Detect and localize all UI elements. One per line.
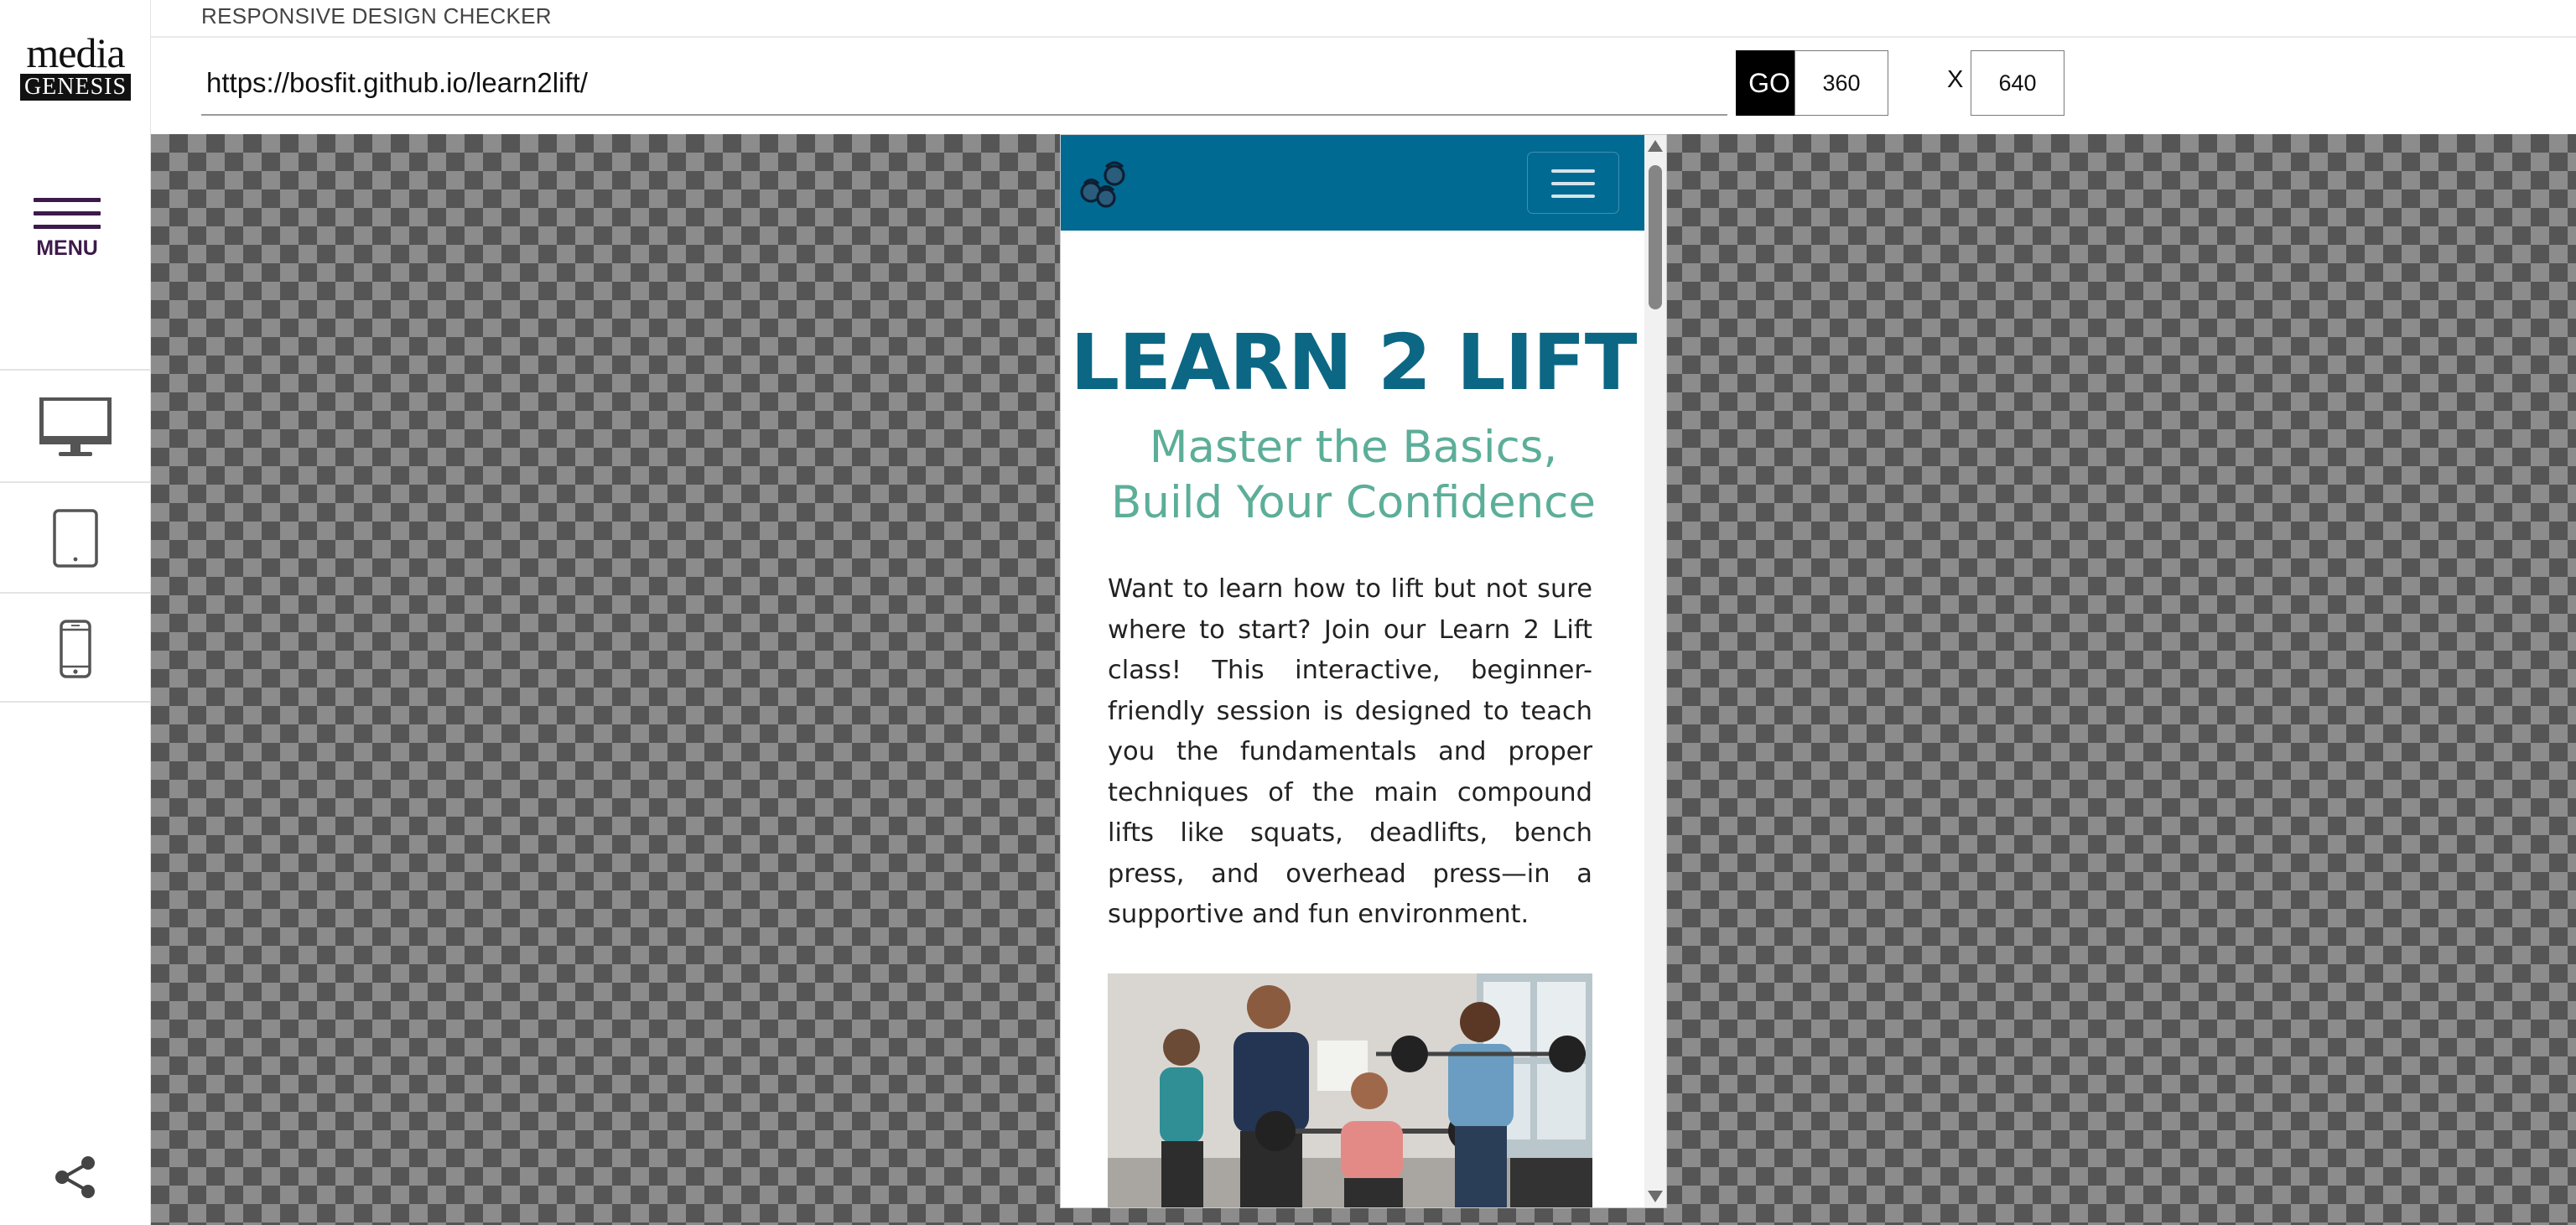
tablet-icon bbox=[53, 509, 98, 568]
mobile-view-button[interactable] bbox=[0, 595, 151, 703]
tablet-view-button[interactable] bbox=[0, 485, 151, 592]
hamburger-icon-bar bbox=[1551, 195, 1595, 198]
desktop-view-button[interactable] bbox=[0, 374, 151, 481]
hero-subtitle-line2: Build Your Confidence bbox=[1111, 477, 1596, 528]
divider bbox=[0, 701, 151, 703]
sidebar: media GENESIS MENU bbox=[0, 0, 151, 1225]
media-genesis-logo[interactable]: media GENESIS bbox=[0, 29, 151, 101]
navbar-toggle-button[interactable] bbox=[1527, 152, 1619, 214]
kettlebells-icon[interactable] bbox=[1078, 158, 1131, 209]
top-toolbar: RESPONSIVE DESIGN CHECKER GO X bbox=[151, 0, 2576, 134]
hero-subtitle-line1: Master the Basics, bbox=[1149, 422, 1558, 473]
scroll-down-arrow-icon[interactable] bbox=[1648, 1191, 1663, 1202]
hamburger-icon-bar bbox=[1551, 182, 1595, 185]
menu-button[interactable]: MENU bbox=[0, 184, 134, 261]
device-preview-frame[interactable]: LEARN 2 LIFT Master the Basics, Build Yo… bbox=[1060, 134, 1667, 1208]
dimension-separator: X bbox=[1947, 66, 1964, 93]
divider bbox=[0, 481, 151, 483]
mobile-phone-icon bbox=[60, 620, 91, 678]
site-navbar bbox=[1061, 135, 1646, 231]
logo-line2: GENESIS bbox=[19, 74, 132, 101]
share-icon[interactable] bbox=[52, 1154, 99, 1201]
hero-title: LEARN 2 LIFT bbox=[1070, 318, 1637, 407]
menu-label: MENU bbox=[36, 236, 98, 260]
width-input[interactable] bbox=[1794, 50, 1888, 116]
desktop-monitor-icon bbox=[39, 397, 112, 456]
divider bbox=[0, 369, 151, 371]
app-title: RESPONSIVE DESIGN CHECKER bbox=[201, 3, 552, 29]
hero-description: Want to learn how to lift but not sure w… bbox=[1108, 574, 1592, 929]
height-input[interactable] bbox=[1971, 50, 2064, 116]
scroll-up-arrow-icon[interactable] bbox=[1648, 140, 1663, 152]
divider bbox=[151, 36, 2576, 38]
gym-class-photo bbox=[1108, 973, 1592, 1207]
hamburger-icon bbox=[1551, 169, 1595, 173]
scrollbar-thumb[interactable] bbox=[1649, 165, 1662, 309]
divider bbox=[0, 592, 151, 594]
logo-line1: media bbox=[26, 29, 125, 76]
hamburger-icon bbox=[34, 198, 101, 229]
go-button[interactable]: GO bbox=[1736, 50, 1803, 116]
url-input[interactable] bbox=[201, 52, 1727, 116]
hero-subtitle: Master the Basics, Build Your Confidence bbox=[1061, 420, 1646, 531]
preview-scrollbar[interactable] bbox=[1644, 135, 1666, 1207]
